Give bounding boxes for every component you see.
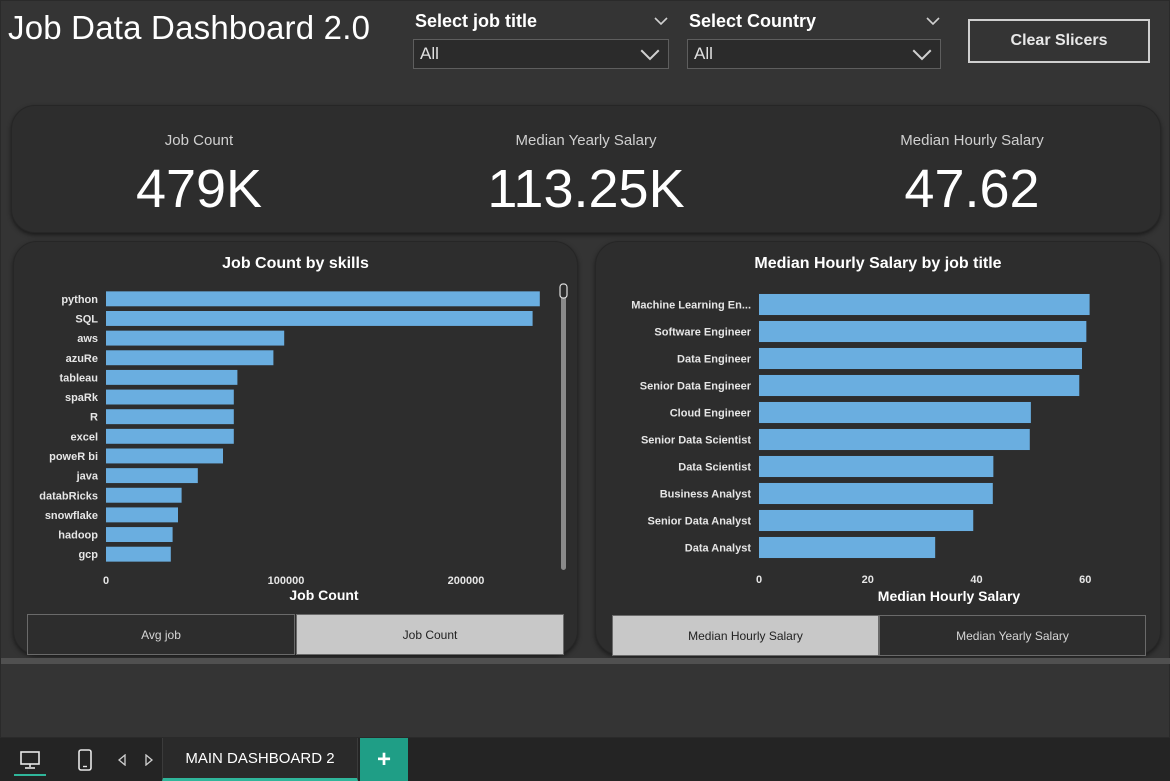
median-hourly-salary-chart: Machine Learning En... Software Engineer D… [631,293,1091,604]
add-page-button[interactable]: + [360,738,408,781]
chevron-down-icon[interactable] [912,44,932,64]
bar[interactable] [106,527,173,542]
category-label: azuRe [66,353,98,365]
page-tab-main-dashboard-2[interactable]: MAIN DASHBOARD 2 [162,738,358,781]
category-label: poweR bi [49,451,98,463]
category-label: Data Engineer [677,354,752,366]
median-hourly-salary-toggle-button[interactable]: Median Hourly Salary [612,615,879,656]
country-slicer-label: Select Country [689,10,817,31]
category-label: tableau [59,372,98,384]
bar[interactable] [759,428,1030,451]
bar[interactable] [106,409,234,425]
chevron-down-icon[interactable] [653,13,669,29]
x-tick-label: 20 [862,574,874,586]
x-axis-label: Job Count [289,587,359,603]
kpi-label: Median Yearly Salary [515,132,657,149]
job-title-slicer[interactable]: Select job title All [413,9,669,69]
category-label: aws [77,333,98,345]
category-label: spaRk [65,392,99,404]
category-label: excel [70,431,98,443]
page-navigation-bar: MAIN DASHBOARD 2 + [0,738,1170,781]
category-label: gcp [78,549,98,561]
category-label: Software Engineer [654,327,751,339]
category-label: Machine Learning En... [631,300,751,312]
previous-page-icon[interactable] [114,738,130,781]
category-label: Business Analyst [660,489,752,501]
category-label: Data Scientist [678,462,751,474]
bar[interactable] [759,509,974,532]
mobile-view-icon[interactable] [72,738,98,781]
scrollbar-thumb[interactable] [559,283,568,299]
category-label: snowflake [45,510,98,522]
job-title-dropdown[interactable]: All [413,39,669,69]
x-tick-label: 60 [1079,574,1091,586]
category-label: Data Analyst [685,543,752,555]
job-title-selected-value: All [420,44,439,63]
bar[interactable] [106,507,178,523]
bar[interactable] [759,320,1087,343]
bar[interactable] [759,482,993,505]
bar[interactable] [106,389,234,405]
category-label: Senior Data Analyst [647,516,751,528]
median-hourly-salary-panel: Median Hourly Salary by job title Machin… [595,241,1161,656]
category-label: hadoop [58,530,98,542]
x-tick-label: 40 [970,574,982,586]
desktop-view-icon[interactable] [14,738,46,781]
bar[interactable] [106,350,274,366]
x-tick-label: 0 [756,574,762,586]
kpi-label: Median Hourly Salary [900,132,1044,149]
bar[interactable] [106,546,171,562]
x-tick-label: 200000 [448,575,485,587]
country-selected-value: All [694,44,713,63]
x-axis-label: Median Hourly Salary [878,588,1021,604]
next-page-icon[interactable] [141,738,157,781]
job-count-by-skills-panel: Job Count by skills python SQL aws azuRe tab… [13,241,578,655]
category-label: R [90,412,98,424]
kpi-card-panel: Job Count 479K Median Yearly Salary 113.… [11,105,1161,233]
bar[interactable] [106,311,533,326]
bar[interactable] [106,448,223,464]
category-label: java [76,471,99,483]
report-canvas: Job Data Dashboard 2.0 Select job title … [0,0,1170,738]
bar[interactable] [759,347,1082,370]
median-yearly-salary-toggle-button[interactable]: Median Yearly Salary [879,615,1146,656]
job-count-toggle-button[interactable]: Job Count [296,614,564,655]
bar[interactable] [106,468,198,484]
clear-slicers-button[interactable]: Clear Slicers [968,19,1150,63]
category-label: Cloud Engineer [670,408,752,420]
job-count-by-skills-chart: python SQL aws azuRe tableau spaRk Rexcel poweR… [39,283,568,603]
category-label: SQL [75,313,98,325]
kpi-value: 113.25K [487,159,685,219]
bar[interactable] [106,369,238,385]
kpi-value: 479K [135,159,263,219]
category-label: databRicks [39,490,98,502]
country-dropdown[interactable]: All [687,39,941,69]
chevron-down-icon[interactable] [925,13,941,29]
bar[interactable] [759,536,936,559]
category-label: Senior Data Scientist [641,435,751,447]
bar[interactable] [106,428,234,444]
scrollbar-track[interactable] [561,286,566,570]
bar[interactable] [106,487,182,503]
bar[interactable] [759,401,1031,424]
job-title-slicer-label: Select job title [415,10,538,31]
country-slicer[interactable]: Select Country All [687,9,941,69]
chevron-down-icon[interactable] [640,44,660,64]
canvas-divider [1,658,1170,664]
kpi-label: Job Count [164,132,234,149]
bar[interactable] [106,330,285,346]
avg-job-toggle-button[interactable]: Avg job [27,614,295,655]
bar[interactable] [759,293,1090,316]
bar[interactable] [759,455,994,478]
x-tick-label: 0 [103,575,109,587]
category-label: python [61,294,98,306]
bar[interactable] [759,374,1080,397]
bar[interactable] [106,291,540,307]
dashboard-title: Job Data Dashboard 2.0 [8,9,371,46]
x-tick-label: 100000 [268,575,305,587]
category-label: Senior Data Engineer [640,381,752,393]
kpi-value: 47.62 [904,159,1040,219]
